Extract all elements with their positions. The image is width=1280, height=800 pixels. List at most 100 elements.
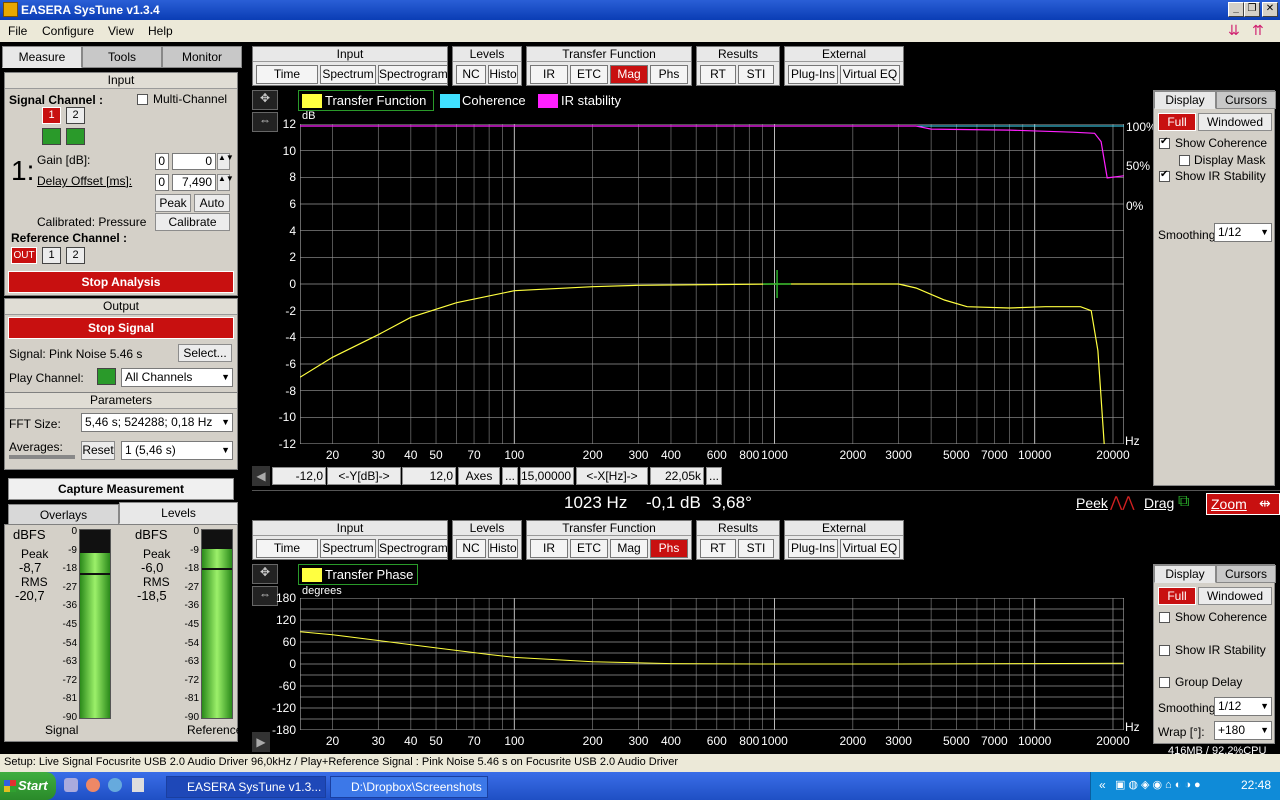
play-icon[interactable]: ▶	[252, 732, 270, 752]
show-ir-stability-checkbox[interactable]	[1159, 169, 1170, 182]
virtual-eq-button[interactable]: Virtual EQ	[840, 65, 900, 84]
drag-mode[interactable]: Drag	[1144, 495, 1174, 511]
etc-button[interactable]: ETC	[570, 539, 608, 558]
x-more-button[interactable]: ...	[706, 467, 722, 485]
tab-levels[interactable]: Levels	[119, 502, 238, 524]
sti-button[interactable]: STI	[738, 65, 774, 84]
y-max-field[interactable]: 12,0	[402, 467, 456, 485]
tab-measure[interactable]: Measure	[2, 46, 82, 68]
taskbar-item-explorer[interactable]: D:\Dropbox\Screenshots	[330, 776, 488, 798]
transfer-phase-plot[interactable]	[300, 598, 1124, 730]
plug-ins-button[interactable]: Plug-Ins	[788, 539, 838, 558]
x-axis-label[interactable]: <-X[Hz]->	[576, 467, 648, 485]
close-button[interactable]: ✕	[1262, 2, 1278, 17]
etc-button[interactable]: ETC	[570, 65, 608, 84]
transfer-function-plot[interactable]	[300, 124, 1124, 444]
calibrate-button[interactable]: Calibrate	[155, 213, 230, 231]
stop-analysis-button[interactable]: Stop Analysis	[8, 271, 234, 293]
nc-button[interactable]: NC	[456, 539, 486, 558]
ir-button[interactable]: IR	[530, 65, 568, 84]
wrap-select[interactable]: +180 ▼	[1214, 721, 1272, 740]
menu-configure[interactable]: Configure	[42, 24, 94, 38]
y-min-field[interactable]: -12,0	[272, 467, 326, 485]
multi-channel-checkbox[interactable]	[137, 94, 148, 105]
tray-expand-icon[interactable]: «	[1099, 778, 1106, 792]
spectrogram-button[interactable]: Spectrogram	[378, 65, 448, 84]
minimize-button[interactable]: _	[1228, 2, 1244, 17]
full-button[interactable]: Full	[1158, 587, 1196, 605]
spectrum-button[interactable]: Spectrum	[320, 539, 376, 558]
maximize-button[interactable]: ❐	[1244, 2, 1260, 17]
rt-button[interactable]: RT	[700, 65, 736, 84]
signal-channel-2-button[interactable]: 2	[66, 107, 85, 124]
tab-display[interactable]: Display	[1154, 91, 1216, 109]
menu-view[interactable]: View	[108, 24, 134, 38]
gain-field[interactable]: 0	[172, 153, 216, 170]
windowed-button[interactable]: Windowed	[1198, 587, 1272, 605]
histo-button[interactable]: Histo	[488, 539, 518, 558]
move-icon[interactable]: ✥	[252, 564, 278, 584]
show-ir-stability-checkbox[interactable]	[1159, 645, 1170, 656]
pin-down-icon[interactable]: ⇊	[1228, 22, 1240, 39]
plug-ins-button[interactable]: Plug-Ins	[788, 65, 838, 84]
tray-icons[interactable]: ▣◍◈◉⌂◐◑●	[1115, 778, 1204, 791]
ir-button[interactable]: IR	[530, 539, 568, 558]
document-icon[interactable]	[132, 778, 144, 792]
x-max-field[interactable]: 22,05k	[650, 467, 704, 485]
show-coherence-checkbox[interactable]	[1159, 136, 1170, 149]
fft-size-select[interactable]: 5,46 s; 524288; 0,18 Hz ▼	[81, 413, 233, 432]
stop-signal-button[interactable]: Stop Signal	[8, 317, 234, 339]
gain-small-field[interactable]: 0	[155, 153, 169, 170]
time-signal-button[interactable]: Time Signal	[256, 539, 318, 572]
tab-cursors[interactable]: Cursors	[1216, 565, 1276, 583]
play-channel-select[interactable]: All Channels ▼	[121, 368, 233, 387]
reference-2-button[interactable]: 2	[66, 247, 85, 264]
show-coherence-checkbox[interactable]	[1159, 612, 1170, 623]
delay-small-field[interactable]: 0	[155, 174, 169, 191]
tab-overlays[interactable]: Overlays	[8, 504, 119, 526]
virtual-eq-button[interactable]: Virtual EQ	[840, 539, 900, 558]
phs-button[interactable]: Phs	[650, 65, 688, 84]
peek-mode[interactable]: Peek	[1076, 495, 1108, 511]
smoothing-select[interactable]: 1/12 ▼	[1214, 697, 1272, 716]
move-icon[interactable]: ✥	[252, 90, 278, 110]
x-min-field[interactable]: 15,00000	[520, 467, 574, 485]
windowed-button[interactable]: Windowed	[1198, 113, 1272, 131]
mag-button[interactable]: Mag	[610, 539, 648, 558]
drag-icon[interactable]: ⧉	[1178, 493, 1189, 511]
channel-1-color[interactable]	[42, 128, 61, 145]
tab-monitor[interactable]: Monitor	[162, 46, 242, 68]
capture-measurement-button[interactable]: Capture Measurement	[8, 478, 234, 500]
sti-button[interactable]: STI	[738, 539, 774, 558]
averages-slider[interactable]	[9, 455, 75, 459]
peak-button[interactable]: Peak	[155, 194, 191, 212]
display-mask-checkbox[interactable]	[1179, 155, 1190, 166]
rt-button[interactable]: RT	[700, 539, 736, 558]
browser-icon[interactable]	[108, 778, 122, 792]
spectrogram-button[interactable]: Spectrogram	[378, 539, 448, 558]
play-channel-color[interactable]	[97, 368, 116, 385]
menu-file[interactable]: File	[8, 24, 27, 38]
nc-button[interactable]: NC	[456, 65, 486, 84]
axes-button[interactable]: Axes	[458, 467, 500, 485]
tab-tools[interactable]: Tools	[82, 46, 162, 68]
signal-channel-1-button[interactable]: 1	[42, 107, 61, 124]
reference-out-button[interactable]: OUT	[11, 247, 37, 264]
channel-2-color[interactable]	[66, 128, 85, 145]
phs-button[interactable]: Phs	[650, 539, 688, 558]
quicklaunch-icon[interactable]	[64, 778, 78, 792]
auto-button[interactable]: Auto	[194, 194, 230, 212]
histo-button[interactable]: Histo	[488, 65, 518, 84]
firefox-icon[interactable]	[86, 778, 100, 792]
averages-select[interactable]: 1 (5,46 s) ▼	[121, 441, 233, 460]
smoothing-select[interactable]: 1/12 ▼	[1214, 223, 1272, 242]
menu-help[interactable]: Help	[148, 24, 173, 38]
group-delay-checkbox[interactable]	[1159, 677, 1170, 688]
time-signal-button[interactable]: Time Signal	[256, 65, 318, 98]
reference-1-button[interactable]: 1	[42, 247, 61, 264]
pin-up-icon[interactable]: ⇈	[1252, 22, 1264, 39]
delay-field[interactable]: 7,490	[172, 174, 216, 191]
tab-cursors[interactable]: Cursors	[1216, 91, 1276, 109]
delay-spinner[interactable]: ▲▼	[217, 174, 234, 191]
tab-display[interactable]: Display	[1154, 565, 1216, 583]
